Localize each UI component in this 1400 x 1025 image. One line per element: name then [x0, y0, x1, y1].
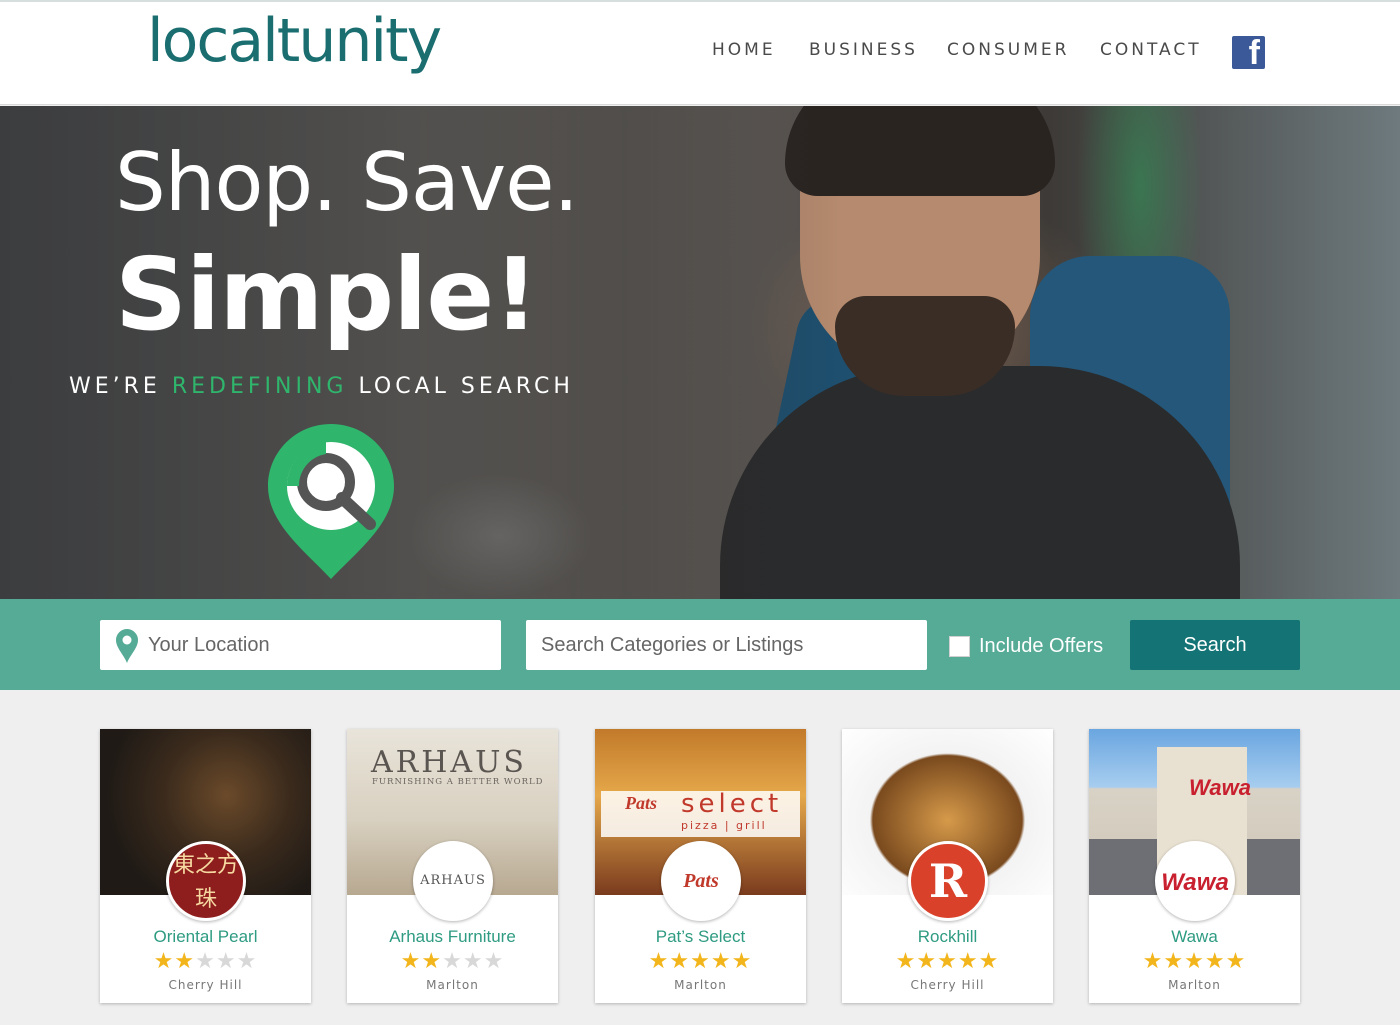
star-rating: ★★★★★	[595, 949, 806, 973]
tagline-suffix: LOCAL SEARCH	[347, 374, 574, 399]
star-filled-icon: ★	[690, 948, 711, 973]
location-search-pin-icon	[268, 424, 394, 579]
star-filled-icon: ★	[710, 948, 732, 973]
include-offers-label[interactable]: Include Offers	[979, 635, 1103, 658]
star-rating: ★★★★★	[100, 949, 311, 973]
include-offers-checkbox[interactable]	[949, 636, 970, 657]
star-empty-icon: ★	[442, 948, 463, 973]
listing-city: Marlton	[1168, 978, 1221, 992]
listing-card-arhaus-furniture[interactable]: ARHAUS FURNISHING A BETTER WORLD ARHAUS …	[347, 729, 558, 1003]
listing-card-wawa[interactable]: Wawa Wawa Wawa ★★★★★ Marlton	[1089, 729, 1300, 1003]
star-filled-icon: ★	[1184, 948, 1205, 973]
photo-brand-subtitle: FURNISHING A BETTER WORLD	[372, 777, 544, 787]
photo-brand-title: ARHAUS	[371, 745, 527, 780]
star-filled-icon: ★	[978, 948, 1000, 973]
star-filled-icon: ★	[648, 948, 670, 973]
nav-business[interactable]: BUSINESS	[809, 40, 918, 64]
listing-logo: Wawa	[1155, 841, 1235, 921]
listing-name[interactable]: Wawa	[1089, 927, 1300, 947]
listing-logo: ARHAUS	[413, 841, 493, 921]
star-empty-icon: ★	[215, 948, 237, 973]
star-filled-icon: ★	[174, 948, 196, 973]
star-filled-icon: ★	[731, 948, 753, 973]
star-empty-icon: ★	[195, 948, 216, 973]
star-empty-icon: ★	[483, 948, 505, 973]
tagline-highlight: REDEFINING	[171, 374, 348, 399]
star-filled-icon: ★	[1163, 948, 1185, 973]
search-button[interactable]: Search	[1130, 620, 1300, 670]
location-field[interactable]	[100, 620, 501, 670]
facebook-icon[interactable]: f	[1232, 34, 1265, 72]
listing-card-pats-select[interactable]: Pats select pizza | grill Pats Pat’s Sel…	[595, 729, 806, 1003]
star-filled-icon: ★	[669, 948, 691, 973]
nav-home[interactable]: HOME	[712, 40, 776, 64]
star-filled-icon: ★	[1142, 948, 1164, 973]
star-rating: ★★★★★	[1089, 949, 1300, 973]
star-filled-icon: ★	[957, 948, 979, 973]
photo-brand-title: select	[681, 789, 783, 819]
star-empty-icon: ★	[462, 948, 484, 973]
star-rating: ★★★★★	[842, 949, 1053, 973]
star-filled-icon: ★	[1225, 948, 1247, 973]
star-rating: ★★★★★	[347, 949, 558, 973]
photo-store-sign: Wawa	[1189, 775, 1251, 800]
hero-headline-2: Simple!	[115, 236, 539, 353]
listing-card-oriental-pearl[interactable]: 東之方珠 Oriental Pearl ★★★★★ Cherry Hill	[100, 729, 311, 1003]
nav-consumer[interactable]: CONSUMER	[947, 40, 1069, 64]
star-filled-icon: ★	[153, 948, 175, 973]
site-header: localtunity HOME BUSINESS CONSUMER CONTA…	[0, 2, 1400, 105]
category-field[interactable]	[526, 620, 927, 670]
star-filled-icon: ★	[895, 948, 917, 973]
listing-city: Marlton	[426, 978, 479, 992]
tagline-prefix: WE’RE	[69, 374, 172, 399]
site-logo[interactable]: localtunity	[147, 6, 442, 76]
map-pin-icon	[116, 629, 138, 663]
search-bar: Include Offers Search	[0, 599, 1400, 690]
star-filled-icon: ★	[421, 948, 443, 973]
hero-tagline: WE’RE REDEFINING LOCAL SEARCH	[69, 374, 574, 399]
listing-name[interactable]: Arhaus Furniture	[347, 927, 558, 947]
star-filled-icon: ★	[400, 948, 422, 973]
listing-city: Marlton	[674, 978, 727, 992]
listing-name[interactable]: Rockhill	[842, 927, 1053, 947]
listing-logo: Pats	[661, 841, 741, 921]
star-empty-icon: ★	[236, 948, 258, 973]
star-filled-icon: ★	[1204, 948, 1226, 973]
star-filled-icon: ★	[937, 948, 958, 973]
listing-name[interactable]: Oriental Pearl	[100, 927, 311, 947]
photo-brand-mark: Pats	[625, 793, 658, 813]
nav-contact[interactable]: CONTACT	[1100, 40, 1202, 64]
star-filled-icon: ★	[916, 948, 938, 973]
listing-name[interactable]: Pat’s Select	[595, 927, 806, 947]
listing-logo: 東之方珠	[166, 841, 246, 921]
listing-city: Cherry Hill	[910, 978, 985, 992]
listing-city: Cherry Hill	[168, 978, 243, 992]
category-search-input[interactable]	[541, 620, 911, 670]
listing-card-rockhill[interactable]: R Rockhill ★★★★★ Cherry Hill	[842, 729, 1053, 1003]
photo-brand-subtitle: pizza | grill	[681, 819, 767, 832]
listing-logo: R	[908, 841, 988, 921]
hero-headline-1: Shop. Save.	[115, 136, 579, 229]
hero-banner: Shop. Save. Simple! WE’RE REDEFINING LOC…	[0, 106, 1400, 599]
location-input[interactable]	[148, 620, 488, 670]
